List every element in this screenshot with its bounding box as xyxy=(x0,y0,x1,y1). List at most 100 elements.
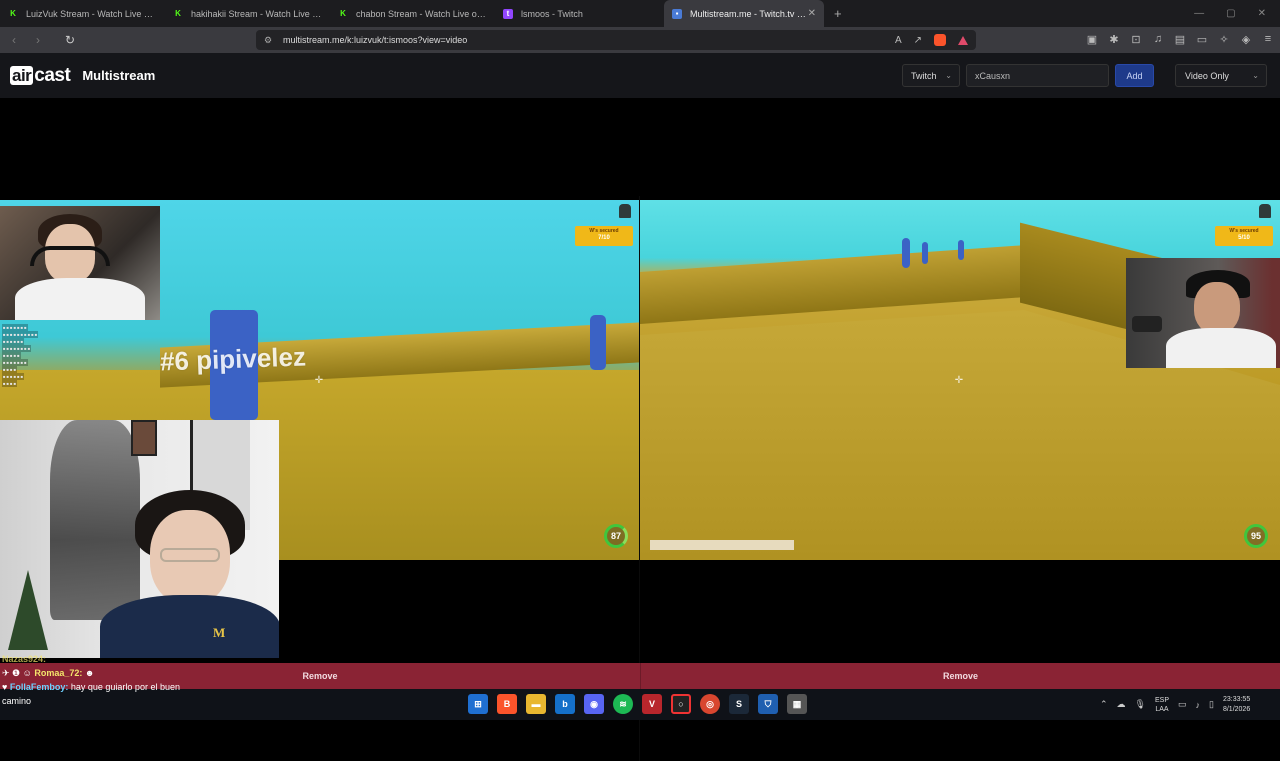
bottom-chat-overlay: Nazas924: ✈ ❶ ☺ Romaa_72: ☻ ♥ FollaFembo… xyxy=(2,652,202,708)
forward-icon[interactable]: › xyxy=(28,33,48,47)
heart-icon: ♥ xyxy=(2,682,8,692)
taskbar-clock[interactable]: 23:33:55 8/1/2026 xyxy=(1223,695,1250,715)
translate-icon[interactable]: A xyxy=(895,35,902,46)
defender-icon[interactable]: ⛉ xyxy=(758,694,778,714)
game-character xyxy=(922,242,928,264)
progress-fill xyxy=(650,540,794,550)
streams-area: ■ ■ ■ ■ ■ ■ ■ ■ ■ ■ ■ ■ ■ ■ ■ ■ ■ ■ ■ ■ … xyxy=(0,98,1280,761)
tab-chabon[interactable]: K chabon Stream - Watch Live on Ki xyxy=(330,0,495,27)
browser-tab-bar: K LuizVuk Stream - Watch Live on Ki K ha… xyxy=(0,0,1280,27)
webcam-right-stream xyxy=(1126,258,1280,368)
chat-username: Nazas924: xyxy=(2,654,47,664)
secured-counter-left: W's secured 7/10 xyxy=(575,226,633,246)
game-character xyxy=(590,315,606,370)
round-timer-left: 87 xyxy=(604,524,628,548)
emote-icon: ☻ xyxy=(84,668,95,678)
steam-icon[interactable]: S xyxy=(729,694,749,714)
webcam-luizvuk xyxy=(0,206,160,320)
chevron-up-icon[interactable]: ⌃ xyxy=(1100,699,1108,710)
site-header: aircast Multistream Twitch ⌄ Add Video O… xyxy=(0,53,1280,98)
tab-hakihakii[interactable]: K hakihakii Stream - Watch Live on K xyxy=(165,0,330,27)
language-indicator[interactable]: ESP LAA xyxy=(1155,696,1169,714)
kick-icon: K xyxy=(10,9,16,18)
tab-title: hakihakii Stream - Watch Live on K xyxy=(191,8,322,19)
player-avatar-icon xyxy=(1259,204,1271,218)
add-button[interactable]: Add xyxy=(1115,64,1154,87)
round-timer-right: 95 xyxy=(1244,524,1268,548)
site-title: Multistream xyxy=(82,68,156,83)
webcam-ismoos: M xyxy=(0,420,279,658)
kick-icon: K xyxy=(175,9,181,18)
remove-right-stream-button[interactable]: Remove xyxy=(640,663,1280,689)
game-character xyxy=(958,240,964,260)
taskbar-apps: ⊞ B ▬ b ◉ ≋ V ○ ◎ S ⛉ ▦ xyxy=(468,694,807,714)
app-icon[interactable]: ▦ xyxy=(787,694,807,714)
aircast-logo[interactable]: air cast xyxy=(10,65,71,87)
microphone-icon xyxy=(1132,316,1162,332)
brave-icon[interactable]: B xyxy=(497,694,517,714)
leo-icon[interactable]: ✧ xyxy=(1218,33,1230,46)
share-icon[interactable]: ↗ xyxy=(914,35,922,46)
extension-icon[interactable]: ▣ xyxy=(1086,33,1098,46)
close-tab-icon[interactable]: ✕ xyxy=(808,8,816,19)
vpn-icon[interactable]: ◈ xyxy=(1240,33,1252,46)
site-settings-icon[interactable]: ⚙ xyxy=(264,35,274,46)
bing-icon[interactable]: b xyxy=(555,694,575,714)
maximize-icon[interactable]: ▢ xyxy=(1226,8,1235,19)
channel-input[interactable] xyxy=(966,64,1109,87)
music-icon[interactable]: ♫ xyxy=(1152,33,1164,46)
url-text: multistream.me/k:luizvuk/t:ismoos?view=v… xyxy=(283,35,468,45)
menu-icon[interactable]: ≡ xyxy=(1262,33,1274,46)
back-icon[interactable]: ‹ xyxy=(4,33,24,47)
brave-rewards-icon[interactable] xyxy=(958,35,968,45)
battery-icon[interactable]: ▯ xyxy=(1209,699,1214,710)
chrome-icon[interactable]: ◎ xyxy=(700,694,720,714)
screenshot-icon[interactable]: ⊡ xyxy=(1130,33,1142,46)
microphone-icon[interactable]: 🎙 xyxy=(1135,699,1146,710)
kick-icon: K xyxy=(340,9,346,18)
discord-icon[interactable]: ◉ xyxy=(584,694,604,714)
twitch-icon: t xyxy=(503,8,513,19)
chevron-down-icon: ⌄ xyxy=(1252,71,1259,80)
address-bar[interactable]: ⚙ multistream.me/k:luizvuk/t:ismoos?view… xyxy=(256,30,976,50)
window-controls: — ▢ ✕ xyxy=(1194,8,1280,19)
player-rank-overlay: #6 pipivelez xyxy=(159,341,307,377)
tab-title: Multistream.me - Twitch.tv / Ki xyxy=(690,8,808,19)
tab-luizvuk[interactable]: K LuizVuk Stream - Watch Live on Ki xyxy=(0,0,165,27)
minimize-icon[interactable]: — xyxy=(1194,8,1204,19)
display-icon[interactable]: ▭ xyxy=(1178,699,1187,710)
reload-icon[interactable]: ↻ xyxy=(60,33,80,47)
windows-start-icon[interactable]: ⊞ xyxy=(468,694,488,714)
voicemeeter-icon[interactable]: V xyxy=(642,694,662,714)
spotify-icon[interactable]: ≋ xyxy=(613,694,633,714)
headset-icon xyxy=(30,246,110,266)
sidebar-icon[interactable]: ▤ xyxy=(1174,33,1186,46)
player-avatar-icon xyxy=(619,204,631,218)
extension-icons: ▣ ✱ ⊡ ♫ ▤ ▭ ✧ ◈ ≡ xyxy=(1086,33,1274,46)
network-icon[interactable]: ☁ xyxy=(1117,699,1126,710)
chat-username: FollaFemboy: xyxy=(9,682,69,692)
browser-toolbar: ‹ › ↻ ⚙ multistream.me/k:luizvuk/t:ismoo… xyxy=(0,27,1280,53)
crosshair-icon: ✛ xyxy=(314,375,324,386)
platform-select[interactable]: Twitch ⌄ xyxy=(902,64,960,87)
chevron-down-icon: ⌄ xyxy=(945,71,952,80)
chat-username: Romaa_72: xyxy=(34,668,83,678)
puzzle-icon[interactable]: ✱ xyxy=(1108,33,1120,46)
obs-icon[interactable]: ○ xyxy=(671,694,691,714)
tab-ismoos[interactable]: t lsmoos - Twitch xyxy=(495,0,660,27)
brave-shields-icon[interactable] xyxy=(934,34,946,46)
multistream-icon: ▪ xyxy=(672,8,682,19)
crosshair-icon: ✛ xyxy=(954,375,964,386)
new-tab-icon[interactable]: + xyxy=(834,6,842,21)
progress-bar xyxy=(650,540,794,550)
tab-multistream[interactable]: ▪ Multistream.me - Twitch.tv / Ki ✕ xyxy=(664,0,824,27)
close-window-icon[interactable]: ✕ xyxy=(1258,8,1266,19)
view-mode-select[interactable]: Video Only ⌄ xyxy=(1175,64,1267,87)
stream-chat-overlay: ■ ■ ■ ■ ■ ■ ■ ■ ■ ■ ■ ■ ■ ■ ■ ■ ■ ■ ■ ■ … xyxy=(2,324,39,387)
volume-icon[interactable]: ♪ xyxy=(1196,700,1201,710)
wallet-icon[interactable]: ▭ xyxy=(1196,33,1208,46)
michigan-logo: M xyxy=(213,625,226,640)
file-explorer-icon[interactable]: ▬ xyxy=(526,694,546,714)
chat-badges-icon: ✈ ❶ ☺ xyxy=(2,668,32,678)
tab-title: lsmoos - Twitch xyxy=(521,8,583,19)
